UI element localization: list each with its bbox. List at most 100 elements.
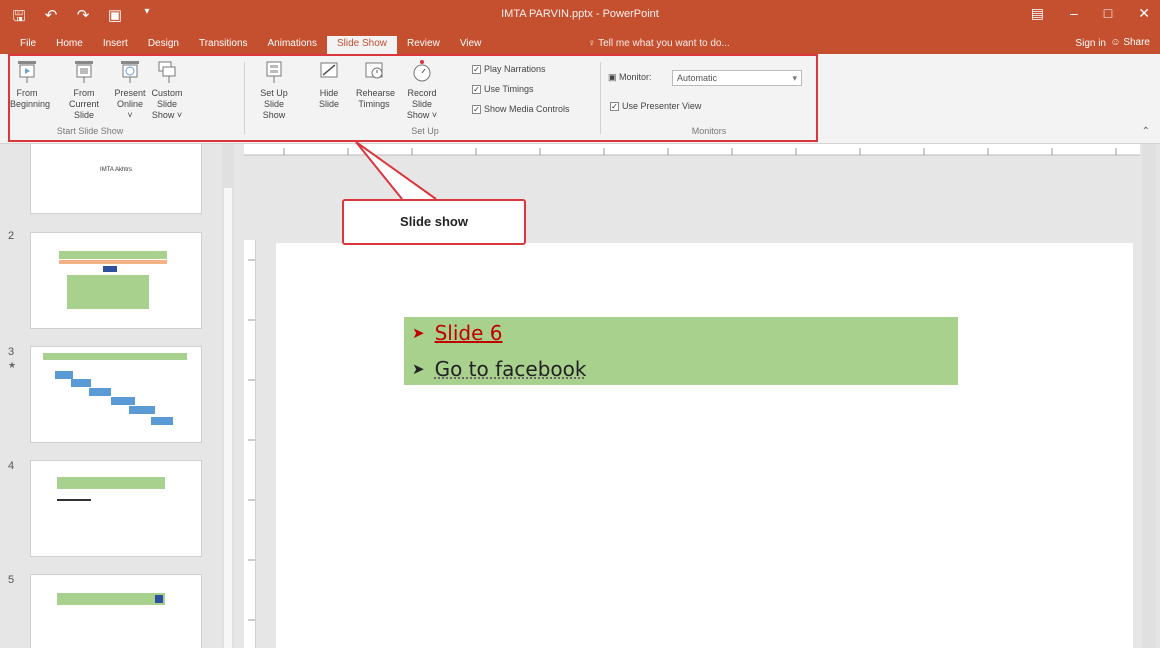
tab-design[interactable]: Design: [138, 36, 189, 54]
tab-transitions[interactable]: Transitions: [189, 36, 258, 54]
maximize-icon[interactable]: □: [1104, 5, 1112, 22]
monitor-label-text: Monitor:: [619, 72, 652, 82]
from-beginning-button[interactable]: From Beginning: [10, 58, 51, 110]
facebook-link[interactable]: Go to facebook: [435, 357, 587, 381]
ribbon: From Beginning From Current Slide Presen…: [0, 54, 1160, 144]
sign-in-link[interactable]: Sign in: [1075, 38, 1106, 49]
thumbnail-step-box: [89, 388, 111, 396]
ribbon-display-options-icon[interactable]: ▤: [1031, 5, 1044, 22]
tab-animations[interactable]: Animations: [258, 36, 327, 54]
thumbnail-step-box: [71, 379, 91, 387]
tab-home[interactable]: Home: [46, 36, 93, 54]
slide-text-box[interactable]: ➤ Slide 6 ➤ Go to facebook: [404, 317, 958, 385]
use-timings-checkbox[interactable]: ✓ Use Timings: [472, 84, 534, 94]
arrow-bullet-icon: ➤: [412, 324, 425, 342]
group-separator: [600, 62, 601, 134]
custom-slide-show-icon: [158, 61, 176, 83]
slide-thumbnail-2[interactable]: [30, 232, 202, 329]
thumbnail-step-box: [55, 371, 73, 379]
tab-review[interactable]: Review: [397, 36, 450, 54]
tell-me-search[interactable]: ♀ Tell me what you want to do...: [588, 38, 730, 49]
animation-star-icon: ★: [8, 360, 17, 370]
set-up-slide-show-icon: [266, 61, 282, 83]
group-monitors: ▣ Monitor: Automatic ▾ ✓ Use Presenter V…: [606, 58, 812, 138]
horizontal-ruler: [244, 144, 1140, 156]
tab-insert[interactable]: Insert: [93, 36, 138, 54]
thumbnails-scrollbar[interactable]: [222, 144, 234, 648]
thumbnail-text-line: [57, 499, 91, 501]
record-slide-show-icon: [413, 60, 431, 82]
slide-6-link[interactable]: Slide 6: [435, 321, 503, 345]
ruler-ticks: [248, 259, 255, 621]
from-current-slide-icon: [75, 61, 93, 83]
thumbnail-button-shape: [155, 595, 163, 603]
thumbnail-step-box: [151, 417, 173, 425]
bullet-item: ➤ Slide 6: [412, 321, 502, 345]
group-set-up: Set Up Slide Show Hide Slide Rehearse Ti…: [252, 58, 598, 138]
slide-thumbnail-4[interactable]: [30, 460, 202, 557]
tab-file[interactable]: File: [10, 36, 46, 54]
chevron-down-icon: ▾: [792, 73, 797, 83]
ribbon-tabs-row: File Home Insert Design Transitions Anim…: [0, 32, 1160, 54]
thumbnail-step-box: [111, 397, 135, 405]
group-title-set-up: Set Up: [411, 126, 439, 136]
present-online-icon: [121, 61, 139, 83]
slide-thumbnail-3[interactable]: [30, 346, 202, 443]
monitor-label: ▣ Monitor:: [608, 72, 652, 83]
vertical-ruler: [244, 240, 256, 648]
scrollbar-thumb[interactable]: [224, 188, 232, 648]
collapse-ribbon-icon[interactable]: ⌃: [1142, 126, 1150, 137]
show-media-controls-checkbox[interactable]: ✓ Show Media Controls: [472, 104, 570, 114]
person-icon: ☺: [1110, 37, 1121, 48]
record-slide-show-button[interactable]: Record Slide Show ˅: [402, 58, 442, 121]
share-button[interactable]: ☺ Share: [1110, 37, 1150, 48]
checkbox-box: ✓: [472, 64, 481, 74]
play-narrations-checkbox[interactable]: ✓ Play Narrations: [472, 64, 546, 74]
group-separator: [244, 62, 245, 134]
from-current-slide-label: From Current Slide: [68, 88, 99, 120]
tab-view[interactable]: View: [450, 36, 492, 54]
set-up-slide-show-button[interactable]: Set Up Slide Show: [256, 58, 292, 121]
thumbnail-step-box: [129, 406, 155, 414]
slide-number: 3: [8, 346, 15, 358]
slide-thumbnail-1[interactable]: IMTA Akhtrs: [30, 144, 202, 214]
thumbnail-subtitle-bar: [59, 260, 167, 264]
checkbox-box: ✓: [610, 101, 619, 111]
ruler-ticks: [244, 148, 1140, 155]
thumbnail-title-bar: [43, 353, 187, 360]
powerpoint-window: 🖫 ↶ ↷ ▣ ▾ IMTA PARVIN.pptx - PowerPoint …: [0, 0, 1160, 648]
monitor-select[interactable]: Automatic ▾: [672, 70, 802, 86]
slide-thumbnail-5[interactable]: [30, 574, 202, 648]
arrow-bullet-icon: ➤: [412, 360, 425, 378]
slide-thumbnails-pane[interactable]: IMTA Akhtrs 2 3 ★ 4 5: [0, 144, 218, 648]
from-current-slide-button[interactable]: From Current Slide: [62, 58, 106, 121]
checkbox-box: ✓: [472, 104, 481, 114]
hide-slide-label: Hide Slide: [318, 88, 339, 109]
set-up-slide-show-label: Set Up Slide Show: [260, 88, 288, 120]
editor-scrollbar[interactable]: [1142, 144, 1156, 648]
window-controls: ▤ – □ ✕: [1031, 5, 1150, 22]
rehearse-timings-button[interactable]: Rehearse Timings: [356, 58, 395, 110]
custom-slide-show-button[interactable]: Custom Slide Show ˅: [146, 58, 188, 121]
tab-slide-show[interactable]: Slide Show: [326, 36, 398, 54]
slide-canvas[interactable]: ➤ Slide 6 ➤ Go to facebook: [276, 243, 1133, 648]
slide-show-callout: Slide show: [342, 199, 526, 245]
present-online-button[interactable]: Present Online ˅: [114, 58, 146, 121]
monitor-select-value: Automatic: [677, 73, 718, 83]
use-presenter-view-checkbox[interactable]: ✓ Use Presenter View: [610, 101, 701, 111]
close-icon[interactable]: ✕: [1138, 5, 1150, 22]
play-narrations-label: Play Narrations: [484, 64, 546, 74]
custom-slide-show-label: Custom Slide Show ˅: [151, 88, 183, 120]
monitor-icon: ▣: [608, 72, 617, 82]
use-presenter-view-label: Use Presenter View: [622, 101, 702, 111]
record-slide-show-label: Record Slide Show ˅: [406, 88, 438, 120]
thumbnail-arrow: [103, 266, 117, 272]
from-beginning-label: From Beginning: [10, 88, 51, 109]
ribbon-tabs: File Home Insert Design Transitions Anim…: [10, 36, 491, 54]
present-online-label: Present Online ˅: [114, 88, 146, 120]
hide-slide-button[interactable]: Hide Slide: [316, 58, 342, 110]
group-title-monitors: Monitors: [691, 126, 727, 136]
minimize-icon[interactable]: –: [1070, 5, 1078, 22]
show-media-controls-label: Show Media Controls: [484, 104, 570, 114]
rehearse-timings-icon: [365, 62, 383, 79]
